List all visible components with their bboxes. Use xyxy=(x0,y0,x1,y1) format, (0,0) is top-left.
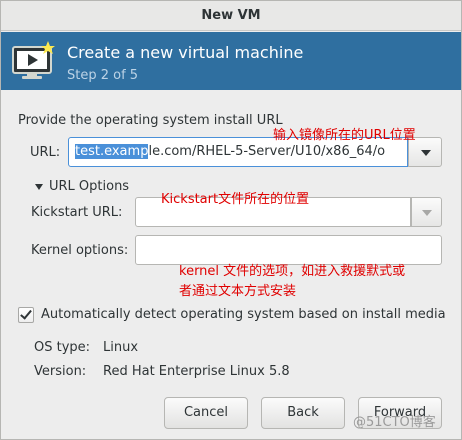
back-button[interactable]: Back xyxy=(261,397,345,429)
watermark: @51CTO博客 xyxy=(353,415,436,430)
check-icon xyxy=(20,307,32,320)
version-label: Version: xyxy=(34,364,87,379)
auto-detect-label[interactable]: Automatically detect operating system ba… xyxy=(41,307,446,322)
os-type-label: OS type: xyxy=(34,340,91,355)
banner-title: Create a new virtual machine xyxy=(67,43,304,62)
expander-arrow-icon xyxy=(35,184,43,190)
auto-detect-checkbox[interactable] xyxy=(18,307,34,323)
os-type-value: Linux xyxy=(103,340,139,355)
url-rest-text: le.com/RHEL-5-Server/U10/x86_64/o xyxy=(148,144,386,159)
kernel-annotation-line2: 者通过文本方式安装 xyxy=(179,284,297,299)
url-label: URL: xyxy=(30,145,61,160)
banner-step: Step 2 of 5 xyxy=(67,68,139,83)
version-value: Red Hat Enterprise Linux 5.8 xyxy=(103,364,290,379)
monitor-icon xyxy=(12,41,55,79)
install-url-heading: Provide the operating system install URL xyxy=(18,113,283,128)
chevron-down-icon xyxy=(422,210,432,216)
kernel-options-label: Kernel options: xyxy=(31,243,129,258)
kickstart-url-label: Kickstart URL: xyxy=(31,205,123,220)
kickstart-dropdown-button[interactable] xyxy=(411,197,442,227)
url-options-label: URL Options xyxy=(49,179,130,194)
window-title: New VM xyxy=(1,1,461,31)
url-selected-text: test.examp xyxy=(75,144,149,159)
kernel-annotation-line1: kernel 文件的选项，如进入救援默式或 xyxy=(179,264,406,279)
url-annotation: 输入镜像所在的URL位置 xyxy=(273,128,416,143)
cancel-button[interactable]: Cancel xyxy=(164,397,248,429)
kickstart-annotation: Kickstart文件所在的位置 xyxy=(161,192,310,207)
wizard-banner: Create a new virtual machine Step 2 of 5 xyxy=(1,32,461,90)
new-vm-window: New VM Create a new virtual machine Step… xyxy=(0,0,462,440)
chevron-down-icon xyxy=(421,150,431,156)
